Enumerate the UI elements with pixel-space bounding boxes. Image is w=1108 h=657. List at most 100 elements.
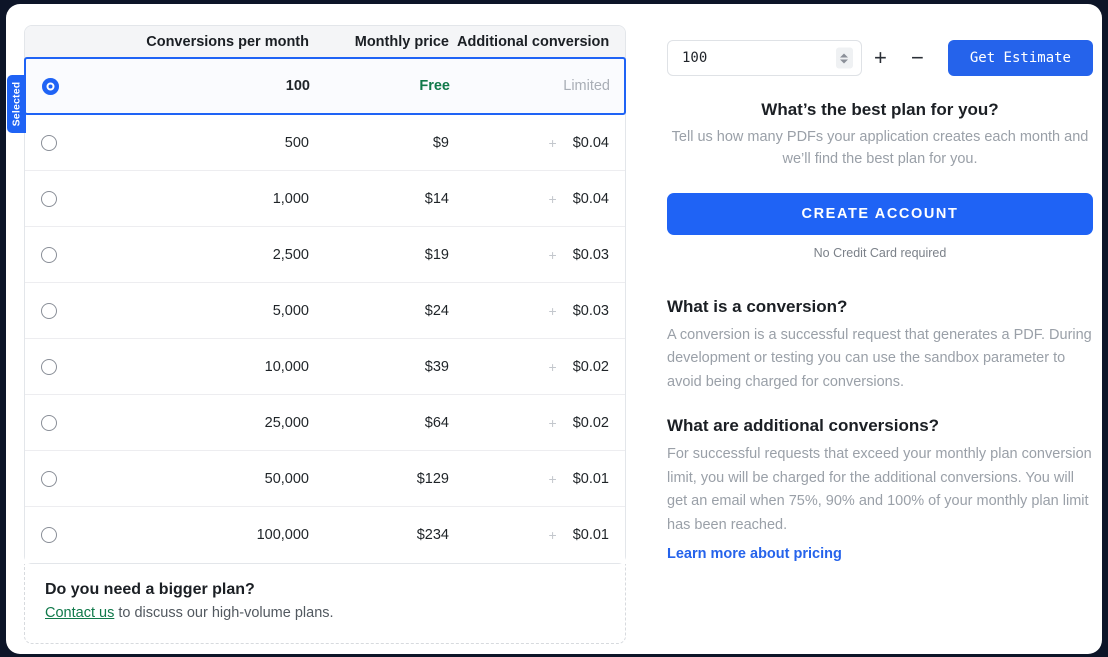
learn-more-about-pricing-link[interactable]: Learn more about pricing (667, 546, 842, 562)
faq-question: What are additional conversions? (667, 416, 940, 436)
cell-conversions: 5,000 (272, 302, 309, 319)
cell-monthly-price: $9 (432, 134, 449, 151)
plan-radio-cell[interactable] (25, 246, 73, 263)
plan-radio-cell[interactable] (25, 527, 73, 543)
selected-badge-label: Selected (10, 81, 23, 127)
plan-radio-cell[interactable] (25, 358, 73, 375)
plan-radio-cell[interactable] (25, 470, 73, 487)
cell-additional-conversion: + $0.02 (457, 359, 625, 375)
cell-conversions: 100,000 (256, 527, 309, 543)
spinner-up-down-icon[interactable] (835, 47, 853, 69)
faq-answer: A conversion is a successful request tha… (667, 326, 1092, 390)
plus-icon: + (548, 246, 557, 263)
plan-radio-cell[interactable] (25, 134, 73, 151)
plan-radio-cell[interactable] (25, 302, 73, 319)
cell-monthly-price: $64 (424, 414, 449, 431)
cell-monthly-price: $234 (416, 527, 449, 543)
cell-monthly-price: $39 (424, 358, 449, 375)
cell-conversions: 1,000 (272, 190, 309, 207)
radio-unselected-icon[interactable] (41, 414, 57, 431)
plan-radio-cell[interactable] (25, 190, 73, 207)
radio-unselected-icon[interactable] (41, 190, 57, 207)
header-monthly-price: Monthly price (354, 33, 449, 50)
plan-radio-cell[interactable] (25, 414, 73, 431)
pricing-table-body: 100 Free Limited 500 $9 + $0.04 1,000 $14 + $0.04 2… (24, 57, 626, 563)
plus-icon: + (548, 302, 557, 319)
decrement-button[interactable]: − (899, 40, 936, 76)
plus-icon: + (548, 414, 557, 431)
cell-monthly-price: Free (419, 78, 450, 94)
table-row[interactable]: 5,000 $24 + $0.03 (25, 283, 625, 339)
cell-monthly-price: $24 (424, 302, 449, 319)
best-plan-subtitle: Tell us how many PDFs your application c… (671, 129, 1089, 168)
get-estimate-button[interactable]: Get Estimate (947, 40, 1093, 76)
cell-additional-conversion: + $0.01 (457, 527, 625, 543)
table-row[interactable]: 500 $9 + $0.04 (25, 115, 625, 171)
additional-conversion-value: $0.03 (572, 302, 609, 319)
cell-additional-conversion: + $0.04 (457, 135, 625, 151)
radio-unselected-icon[interactable] (41, 358, 57, 375)
faq-question: What is a conversion? (667, 296, 848, 316)
table-row[interactable]: 10,000 $39 + $0.02 (25, 339, 625, 395)
cell-conversions: 2,500 (272, 246, 309, 263)
cell-additional-conversion: + $0.01 (457, 471, 625, 487)
plan-radio-cell[interactable] (26, 77, 74, 95)
pricing-panel: Conversions per month Monthly price Addi… (7, 25, 626, 644)
cell-additional-conversion: + $0.03 (457, 247, 625, 263)
plus-icon: + (548, 190, 557, 207)
additional-conversion-value: $0.01 (572, 527, 609, 543)
radio-unselected-icon[interactable] (41, 246, 57, 263)
bigger-plan-text: Contact us to discuss our high-volume pl… (45, 605, 625, 621)
additional-conversion-value: $0.02 (572, 414, 609, 431)
cell-monthly-price: $14 (424, 190, 449, 207)
plus-icon: + (548, 358, 557, 375)
header-conversions-per-month: Conversions per month (146, 33, 309, 50)
table-row[interactable]: 1,000 $14 + $0.04 (25, 171, 625, 227)
create-account-button[interactable]: CREATE ACCOUNT (667, 192, 1093, 235)
table-row[interactable]: 100 Free Limited (24, 57, 626, 115)
bigger-plan-section: Do you need a bigger plan? Contact us to… (24, 564, 626, 644)
bigger-plan-text-tail: to discuss our high-volume plans. (114, 605, 334, 621)
radio-unselected-icon[interactable] (41, 302, 57, 319)
plus-icon: + (548, 470, 557, 487)
cell-conversions: 25,000 (264, 414, 309, 431)
cell-monthly-price: $129 (416, 470, 449, 487)
radio-unselected-icon[interactable] (41, 134, 57, 151)
additional-conversion-value: $0.04 (572, 134, 609, 151)
chevron-up-icon (840, 53, 849, 57)
selected-row-badge: Selected (7, 75, 26, 133)
additional-conversion-value: $0.04 (572, 190, 609, 207)
plus-icon: + (548, 134, 557, 151)
table-row[interactable]: 100,000 $234 + $0.01 (25, 507, 625, 563)
table-row[interactable]: 25,000 $64 + $0.02 (25, 395, 625, 451)
radio-selected-icon[interactable] (41, 77, 59, 95)
header-additional-conversion: Additional conversion (457, 33, 610, 50)
faq-answer: For successful requests that exceed your… (667, 446, 1092, 533)
cell-additional-conversion: + $0.02 (457, 415, 625, 431)
table-row[interactable]: 2,500 $19 + $0.03 (25, 227, 625, 283)
cell-conversions: 500 (284, 134, 309, 151)
contact-us-link[interactable]: Contact us (45, 605, 114, 621)
conversions-input[interactable] (680, 49, 840, 67)
faq-additional-conversions: What are additional conversions? For suc… (667, 416, 1093, 563)
pricing-table-header: Conversions per month Monthly price Addi… (25, 26, 625, 58)
cell-additional-conversion: + $0.03 (457, 303, 625, 319)
additional-conversion-value: Limited (563, 78, 610, 94)
estimator-controls: + − Get Estimate (667, 40, 1093, 76)
no-credit-card-note: No Credit Card required (813, 245, 947, 260)
cell-additional-conversion: + $0.04 (457, 191, 625, 207)
table-row[interactable]: 50,000 $129 + $0.01 (25, 451, 625, 507)
additional-conversion-value: $0.01 (572, 470, 609, 487)
additional-conversion-value: $0.02 (572, 358, 609, 375)
estimator-panel: + − Get Estimate What’s the best plan fo… (667, 40, 1093, 563)
radio-unselected-icon[interactable] (41, 527, 57, 543)
additional-conversion-value: $0.03 (572, 246, 609, 263)
app-page: Conversions per month Monthly price Addi… (6, 4, 1102, 654)
cell-conversions: 100 (285, 78, 310, 94)
cell-additional-conversion: Limited (458, 78, 626, 94)
best-plan-title: What’s the best plan for you? (761, 100, 999, 119)
bigger-plan-title: Do you need a bigger plan? (45, 581, 255, 598)
increment-button[interactable]: + (862, 40, 899, 76)
radio-unselected-icon[interactable] (41, 470, 57, 487)
conversions-input-wrapper (667, 40, 862, 76)
